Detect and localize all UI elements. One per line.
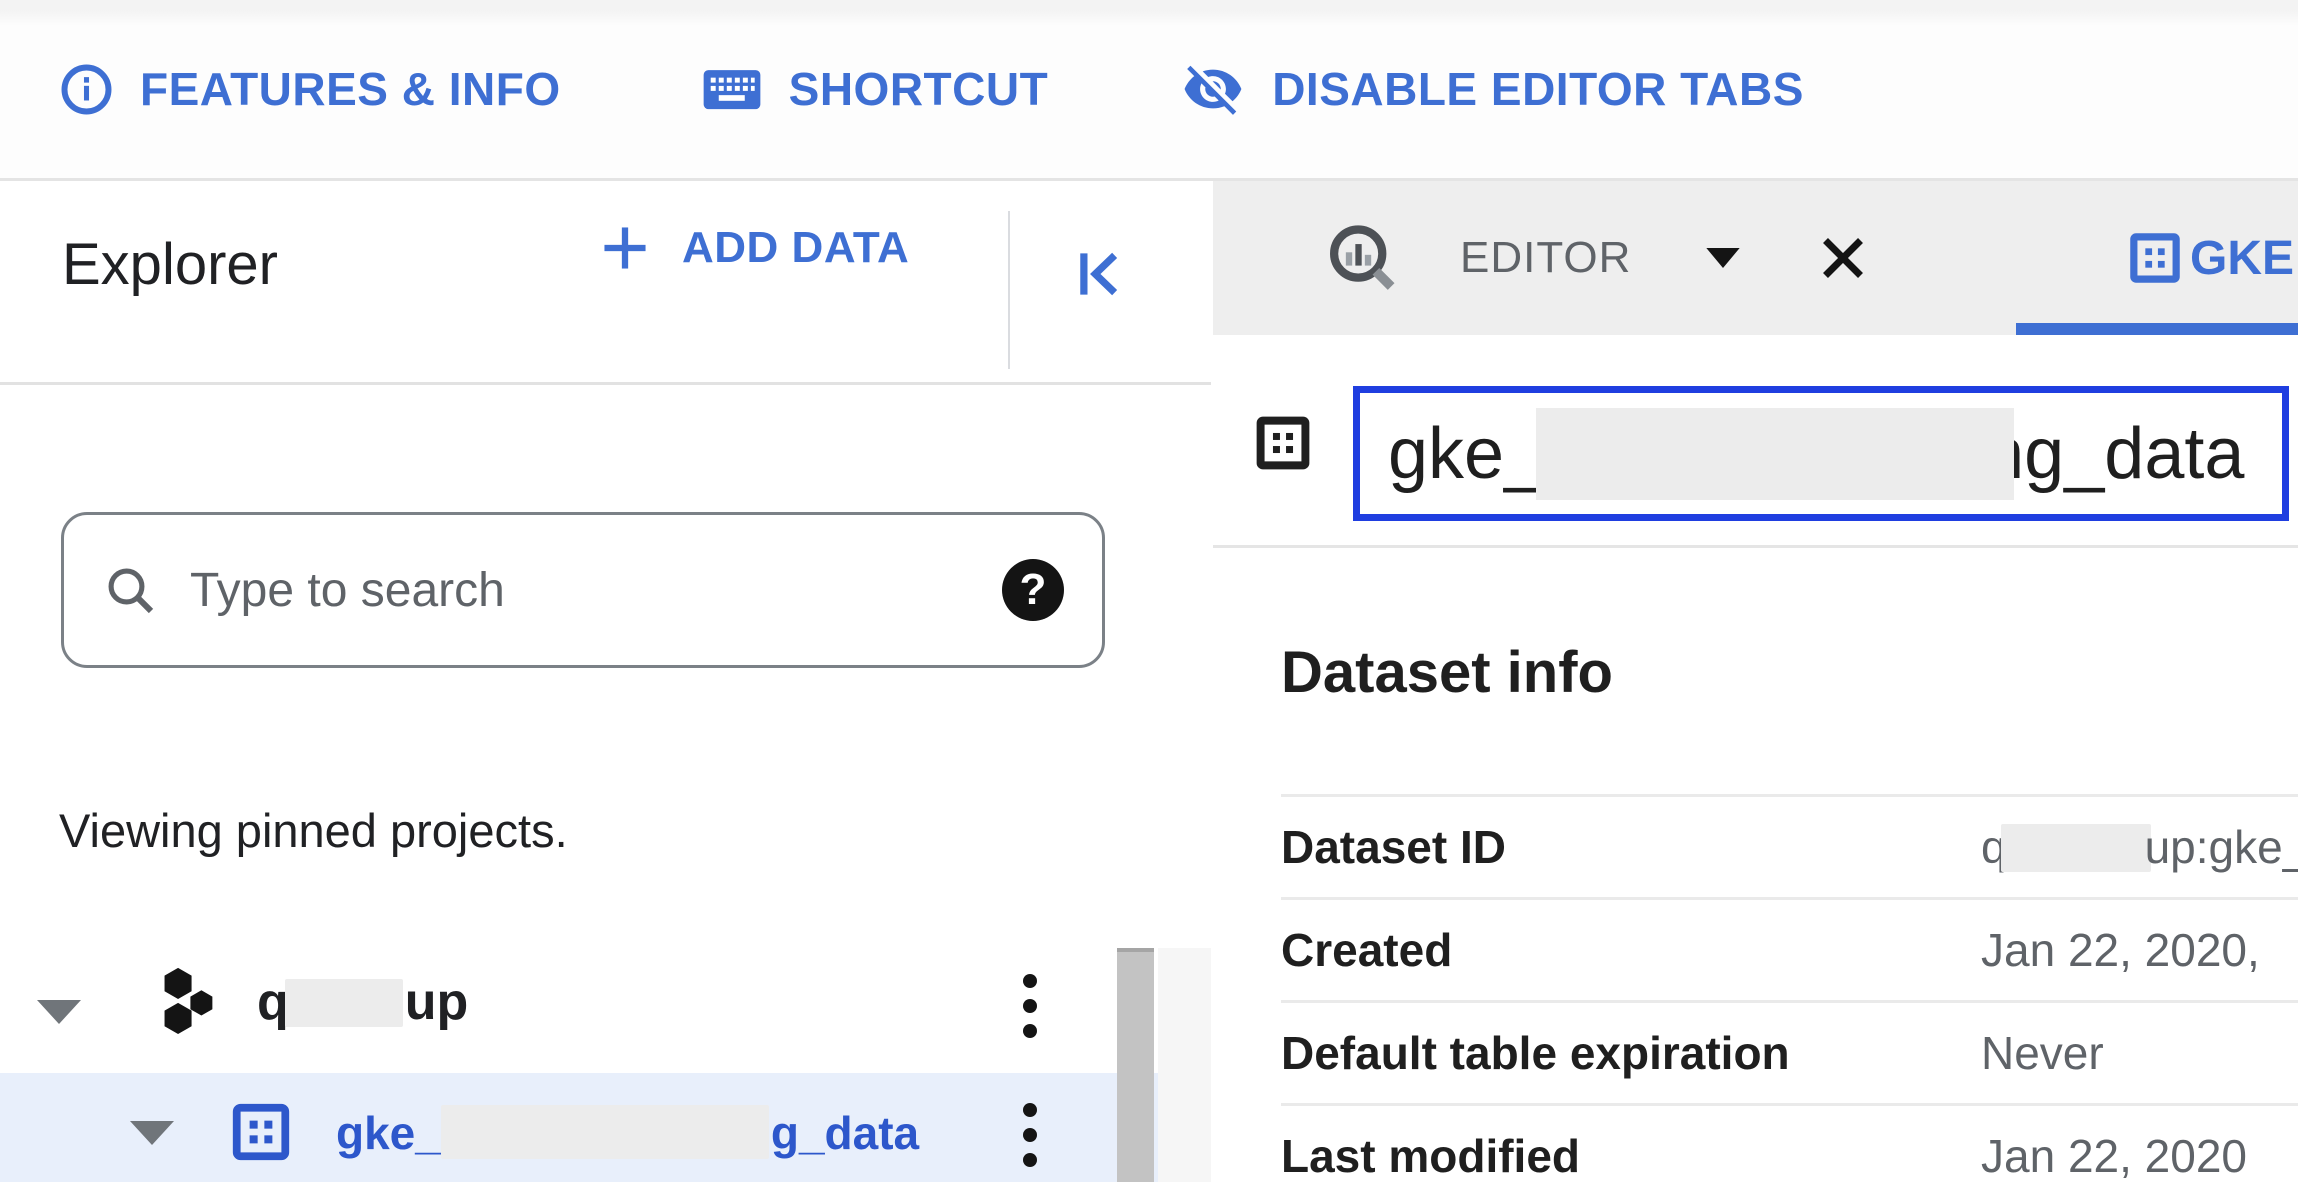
features-info-button[interactable]: FEATURES & INFO xyxy=(59,62,561,117)
shortcut-button[interactable]: SHORTCUT xyxy=(701,62,1049,116)
editor-panel: EDITOR GKE xyxy=(1213,181,2298,1182)
table-row: Dataset ID qup:gke_ xyxy=(1281,794,2298,897)
row-value: Never xyxy=(1981,1026,2104,1080)
collapse-left-icon xyxy=(1072,243,1134,305)
eye-off-icon xyxy=(1180,58,1246,120)
header-divider xyxy=(1008,211,1010,369)
query-editor-icon xyxy=(1324,219,1400,297)
row-label: Last modified xyxy=(1281,1129,1981,1182)
dataset-info-table: Dataset ID qup:gke_ Created Jan 22, 2020… xyxy=(1281,794,2298,1182)
row-value: Jan 22, 2020 xyxy=(1981,1129,2247,1182)
add-data-label: ADD DATA xyxy=(682,223,909,273)
plus-icon xyxy=(596,219,654,277)
close-tab-icon[interactable] xyxy=(1813,228,1873,288)
search-input[interactable] xyxy=(188,562,1002,619)
editor-tabbar: EDITOR GKE xyxy=(1213,181,2298,335)
active-tab-indicator xyxy=(2016,323,2298,335)
dataset-name: gke_g_data xyxy=(336,1105,919,1160)
expander-down-icon[interactable] xyxy=(35,998,83,1026)
row-label: Dataset ID xyxy=(1281,820,1981,874)
table-row: Default table expiration Never xyxy=(1281,1000,2298,1103)
expander-down-icon[interactable] xyxy=(128,1119,176,1147)
disable-editor-tabs-label: DISABLE EDITOR TABS xyxy=(1272,62,1804,116)
features-info-label: FEATURES & INFO xyxy=(140,62,561,116)
row-label: Created xyxy=(1281,923,1981,977)
project-menu-button[interactable] xyxy=(1021,974,1039,1038)
tree-row-dataset[interactable]: gke_g_data xyxy=(0,1073,1211,1182)
add-data-button[interactable]: ADD DATA xyxy=(596,219,909,277)
row-value: Jan 22, 2020, xyxy=(1981,923,2260,977)
dataset-icon xyxy=(230,1101,292,1163)
dataset-title-prefix: gke_ xyxy=(1388,413,1544,495)
search-help-icon[interactable]: ? xyxy=(1002,559,1064,621)
dataset-icon xyxy=(2128,231,2182,285)
explorer-header: Explorer ADD DATA xyxy=(0,181,1211,385)
section-divider xyxy=(1213,545,2298,548)
info-icon xyxy=(59,62,114,117)
search-icon xyxy=(102,562,158,618)
dataset-info-heading: Dataset info xyxy=(1281,639,1613,706)
collapse-panel-button[interactable] xyxy=(1072,243,1134,305)
scrollbar-track xyxy=(1158,948,1211,1182)
table-row: Created Jan 22, 2020, xyxy=(1281,897,2298,1000)
scrollbar-thumb[interactable] xyxy=(1117,948,1154,1182)
dataset-menu-button[interactable] xyxy=(1021,1103,1039,1167)
project-name: qup xyxy=(257,972,468,1032)
row-label: Default table expiration xyxy=(1281,1026,1981,1080)
row-value: qup:gke_ xyxy=(1981,820,2298,874)
dataset-title-field[interactable]: gke_ ng_data xyxy=(1353,386,2289,521)
redaction xyxy=(2001,824,2151,872)
keyboard-icon xyxy=(701,63,763,115)
tab-gke-dataset[interactable]: GKE xyxy=(2013,181,2298,335)
redaction xyxy=(285,979,403,1027)
chevron-down-icon[interactable] xyxy=(1703,245,1743,271)
redaction xyxy=(441,1105,769,1159)
disable-editor-tabs-button[interactable]: DISABLE EDITOR TABS xyxy=(1180,58,1804,120)
tab-editor-label: EDITOR xyxy=(1460,233,1631,283)
tab-editor[interactable]: EDITOR xyxy=(1324,181,1873,335)
explorer-title: Explorer xyxy=(62,231,278,298)
project-icon xyxy=(145,964,215,1034)
search-box: ? xyxy=(61,512,1105,668)
redaction xyxy=(1536,408,2014,500)
dataset-icon xyxy=(1255,415,1311,471)
explorer-panel: Explorer ADD DATA ? xyxy=(0,181,1211,1182)
bigquery-console: FEATURES & INFO SHORTCUT DI xyxy=(0,0,2298,1182)
tree-row-project[interactable]: qup xyxy=(0,952,1211,1073)
dataset-title-row: gke_ ng_data xyxy=(1213,335,2298,546)
shortcut-label: SHORTCUT xyxy=(789,62,1049,116)
viewing-pinned-note: Viewing pinned projects. xyxy=(59,803,568,858)
tab-gke-label: GKE xyxy=(2190,231,2294,286)
table-row: Last modified Jan 22, 2020 xyxy=(1281,1103,2298,1182)
top-toolbar: FEATURES & INFO SHORTCUT DI xyxy=(0,0,2298,181)
dataset-title-suffix: ng_data xyxy=(1984,413,2244,495)
